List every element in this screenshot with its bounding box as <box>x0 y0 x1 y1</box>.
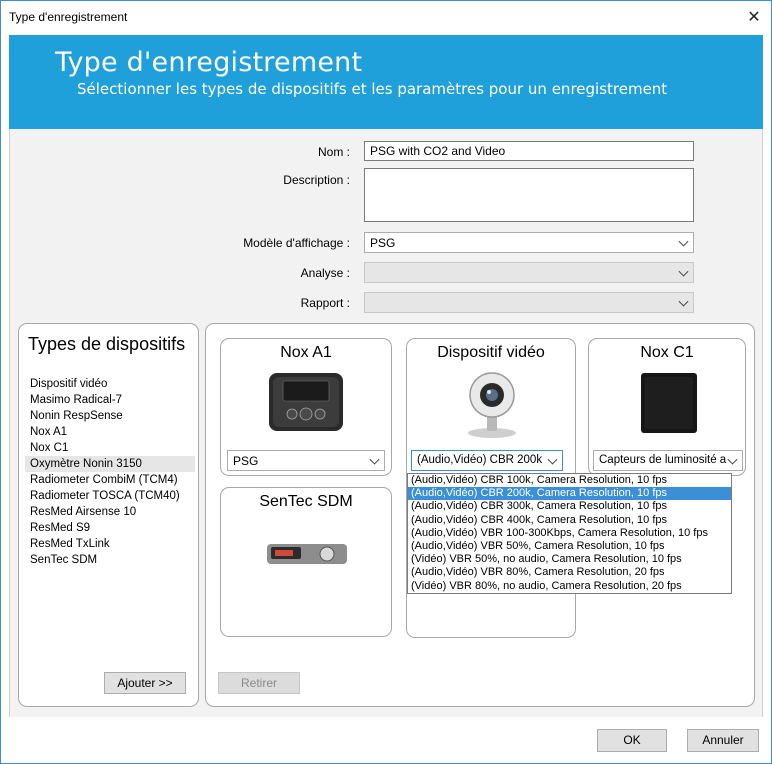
ok-button[interactable]: OK <box>597 729 667 752</box>
nox-c1-select[interactable]: Capteurs de luminosité a <box>593 450 743 471</box>
modele-label: Modèle d'affichage : <box>243 236 350 250</box>
add-button[interactable]: Ajouter >> <box>104 672 186 694</box>
dropdown-option-highlighted[interactable]: (Audio,Vidéo) CBR 200k, Camera Resolutio… <box>408 487 731 501</box>
nom-label: Nom : <box>317 145 350 159</box>
rapport-label: Rapport : <box>300 296 350 310</box>
list-item[interactable]: Masimo Radical-7 <box>25 392 195 408</box>
dropdown-option[interactable]: (Audio,Vidéo) CBR 300k, Camera Resolutio… <box>408 500 731 513</box>
sentec-device-icon <box>267 544 347 564</box>
device-card-nox-c1: Nox C1 Capteurs de luminosité a <box>588 338 746 476</box>
dropdown-option[interactable]: (Audio,Vidéo) CBR 100k, Camera Resolutio… <box>408 474 731 487</box>
list-item[interactable]: Nox A1 <box>25 424 195 440</box>
list-item[interactable]: SenTec SDM <box>25 552 195 568</box>
chevron-down-icon <box>678 266 689 277</box>
video-select[interactable]: (Audio,Vidéo) CBR 200k <box>411 450 563 471</box>
banner-title: Type d'enregistrement <box>55 47 363 78</box>
card-title: Nox C1 <box>640 344 694 361</box>
video-options-dropdown: (Audio,Vidéo) CBR 100k, Camera Resolutio… <box>407 473 732 594</box>
list-item[interactable]: Radiometer TOSCA (TCM40) <box>25 488 195 504</box>
card-title: Dispositif vidéo <box>437 344 545 361</box>
description-label: Description : <box>283 173 350 187</box>
banner-subtitle: Sélectionner les types de dispositifs et… <box>77 80 668 98</box>
dropdown-option[interactable]: (Audio,Vidéo) VBR 100-300Kbps, Camera Re… <box>408 527 731 540</box>
list-item[interactable]: ResMed Airsense 10 <box>25 504 195 520</box>
nox-a1-select[interactable]: PSG <box>227 450 385 471</box>
chevron-down-icon <box>547 454 558 465</box>
list-item[interactable]: Radiometer CombiM (TCM4) <box>25 472 195 488</box>
device-types-title: Types de dispositifs <box>28 334 186 354</box>
card-title: SenTec SDM <box>259 493 353 510</box>
chevron-down-icon <box>678 236 689 247</box>
dropdown-option[interactable]: (Audio,Vidéo) VBR 80%, Camera Resolution… <box>408 566 731 579</box>
webcam-icon <box>468 372 516 438</box>
nox-c1-value: Capteurs de luminosité a <box>599 454 727 466</box>
content-area: Nom : PSG with CO2 and Video Description… <box>9 129 763 717</box>
analyse-label: Analyse : <box>300 266 350 280</box>
nom-input[interactable]: PSG with CO2 and Video <box>364 141 694 161</box>
cancel-button[interactable]: Annuler <box>687 729 759 752</box>
rapport-select[interactable] <box>364 292 694 313</box>
dropdown-option[interactable]: (Vidéo) VBR 50%, no audio, Camera Resolu… <box>408 553 731 566</box>
nox-a1-value: PSG <box>233 454 259 468</box>
device-card-sentec-sdm: SenTec SDM <box>220 487 392 637</box>
header-banner: Type d'enregistrement Sélectionner les t… <box>9 35 763 129</box>
nox-c1-device-icon <box>641 373 697 433</box>
description-textarea[interactable] <box>364 168 694 222</box>
dropdown-option[interactable]: (Audio,Vidéo) CBR 400k, Camera Resolutio… <box>408 514 731 527</box>
close-icon[interactable]: ✕ <box>741 5 767 31</box>
remove-button[interactable]: Retirer <box>218 672 300 694</box>
device-card-nox-a1: Nox A1 PSG <box>220 338 392 476</box>
list-item[interactable]: Nonin RespSense <box>25 408 195 424</box>
dropdown-option[interactable]: (Vidéo) VBR 80%, no audio, Camera Resolu… <box>408 580 731 593</box>
dialog-window: Type d'enregistrement ✕ Type d'enregistr… <box>0 0 772 764</box>
device-types-panel: Types de dispositifs Dispositif vidéo Ma… <box>18 323 199 707</box>
analyse-select[interactable] <box>364 262 694 283</box>
list-item[interactable]: ResMed TxLink <box>25 536 195 552</box>
dropdown-option[interactable]: (Audio,Vidéo) VBR 50%, Camera Resolution… <box>408 540 731 553</box>
modele-select[interactable]: PSG <box>364 232 694 253</box>
list-item[interactable]: Dispositif vidéo <box>25 376 195 392</box>
chevron-down-icon <box>369 454 380 465</box>
list-item[interactable]: ResMed S9 <box>25 520 195 536</box>
window-title: Type d'enregistrement <box>9 10 128 24</box>
device-types-list: Dispositif vidéo Masimo Radical-7 Nonin … <box>25 376 195 568</box>
video-value: (Audio,Vidéo) CBR 200k <box>417 454 543 466</box>
card-title: Nox A1 <box>280 344 332 361</box>
chevron-down-icon <box>727 454 738 465</box>
list-item-selected[interactable]: Oxymètre Nonin 3150 <box>25 456 195 472</box>
nox-a1-device-icon <box>269 373 343 431</box>
chevron-down-icon <box>678 296 689 307</box>
title-bar: Type d'enregistrement ✕ <box>1 1 771 35</box>
list-item[interactable]: Nox C1 <box>25 440 195 456</box>
modele-value: PSG <box>370 236 396 250</box>
